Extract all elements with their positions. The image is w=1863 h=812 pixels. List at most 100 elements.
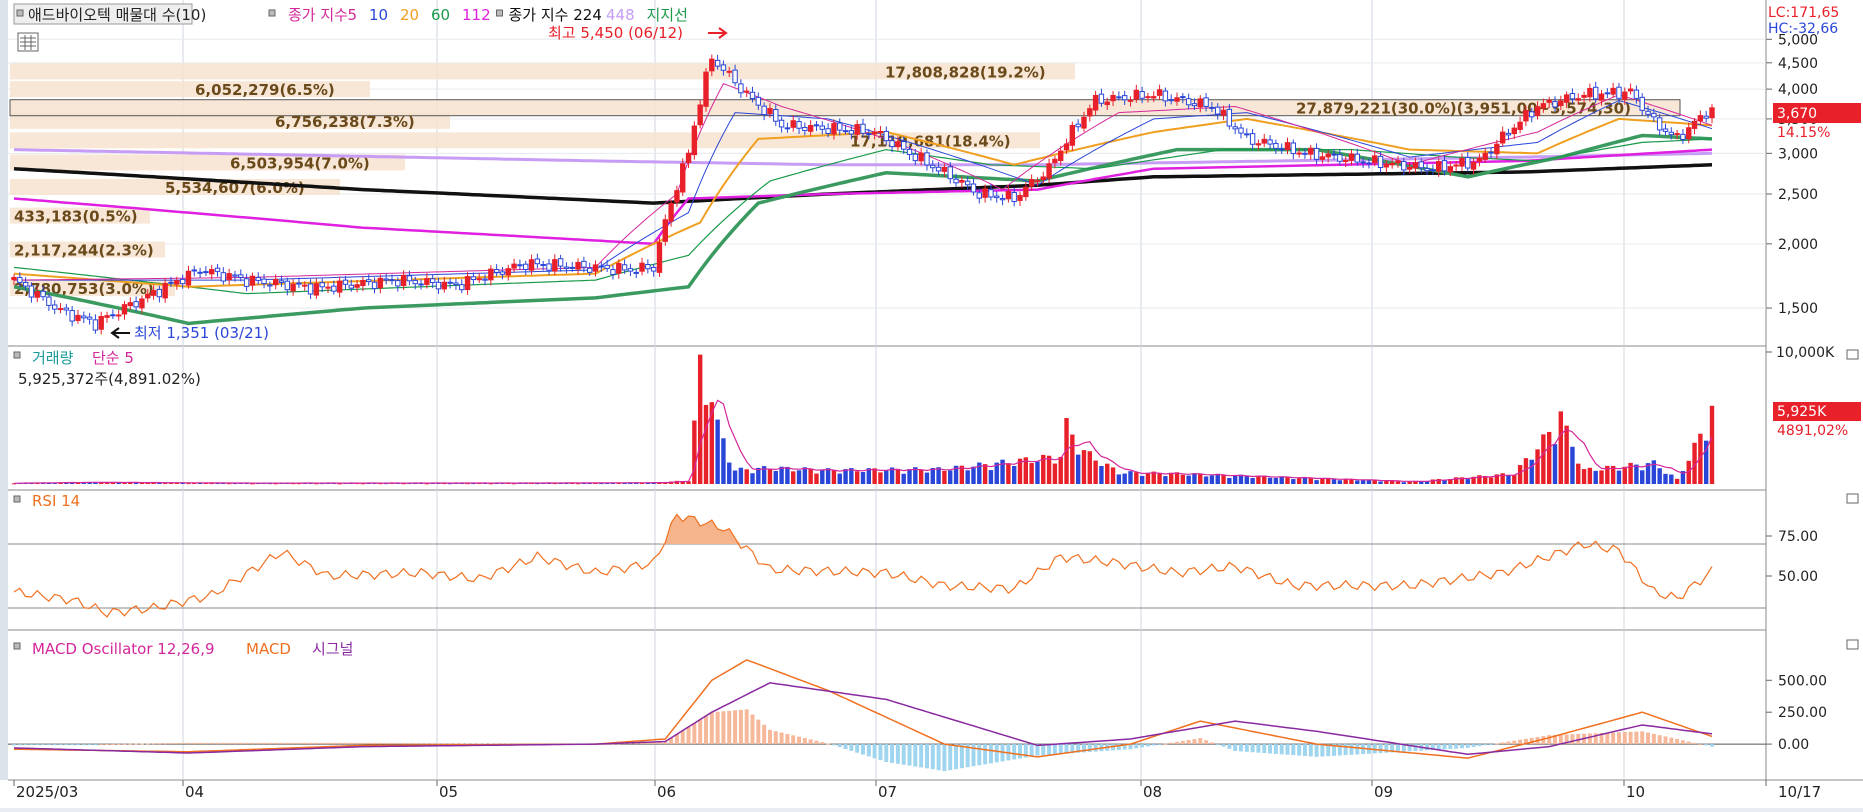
candle-body bbox=[232, 274, 238, 277]
candle-body bbox=[1505, 132, 1512, 136]
candle-body bbox=[1313, 147, 1320, 160]
volume-bar bbox=[1174, 472, 1180, 484]
volume-bar bbox=[692, 420, 697, 484]
macd-oscillator-bar bbox=[872, 744, 877, 759]
macd-oscillator-bar bbox=[262, 742, 267, 745]
volume-bar bbox=[1122, 473, 1127, 484]
candle-body bbox=[1412, 162, 1419, 169]
volume-panel-button[interactable] bbox=[1846, 349, 1859, 360]
macd-oscillator-bar bbox=[820, 742, 825, 745]
candle-body bbox=[1575, 98, 1581, 101]
macd-oscillator-bar bbox=[930, 744, 935, 770]
macd-oscillator-bar bbox=[861, 744, 865, 755]
macd-oscillator-bar bbox=[1285, 744, 1290, 755]
candle-body bbox=[627, 268, 634, 272]
candle-body bbox=[464, 276, 471, 291]
candle-body bbox=[860, 123, 866, 134]
candle-body bbox=[1087, 108, 1093, 117]
volume-bar bbox=[1198, 473, 1203, 484]
x-tick-label: 10 bbox=[1626, 783, 1645, 801]
candle-body bbox=[1052, 158, 1058, 164]
volume-bar bbox=[1343, 479, 1348, 484]
candle-body bbox=[1517, 121, 1523, 130]
macd-oscillator-bar bbox=[302, 742, 307, 745]
macd-oscillator-bar bbox=[808, 739, 813, 745]
volume-bar bbox=[1070, 434, 1075, 484]
macd-oscillator-bar bbox=[1157, 744, 1162, 746]
candle-body bbox=[493, 269, 500, 273]
macd-oscillator-bar bbox=[750, 714, 755, 745]
volume-bar bbox=[1006, 463, 1011, 484]
candle-body bbox=[1034, 180, 1041, 183]
volume-bar bbox=[779, 466, 784, 484]
macd-oscillator-bar bbox=[907, 744, 912, 766]
macd-oscillator-bar bbox=[1436, 744, 1441, 750]
macd-oscillator-bar bbox=[1250, 744, 1255, 753]
price-change-pct: 14.15% bbox=[1777, 125, 1830, 141]
volume-bar bbox=[860, 472, 866, 484]
candle-body bbox=[610, 269, 616, 275]
candle-body bbox=[1267, 139, 1273, 145]
candle-body bbox=[1395, 160, 1401, 164]
candle-body bbox=[1145, 96, 1151, 99]
candle-body bbox=[302, 284, 308, 287]
macd-oscillator-bar bbox=[331, 742, 336, 745]
volume-bar bbox=[1081, 450, 1087, 484]
candle-body bbox=[761, 105, 767, 116]
candle-body bbox=[714, 59, 721, 67]
macd-oscillator-bar bbox=[267, 742, 272, 745]
candle-body bbox=[52, 304, 58, 310]
candle-body bbox=[1081, 116, 1087, 129]
volume-bar bbox=[1046, 455, 1052, 484]
candle-body bbox=[389, 279, 395, 282]
candle-body bbox=[28, 285, 35, 298]
macd-oscillator-bar bbox=[291, 742, 296, 745]
volume-bar bbox=[1541, 434, 1546, 484]
volume-bar bbox=[965, 470, 970, 484]
macd-oscillator-bar bbox=[1378, 744, 1383, 754]
candle-body bbox=[947, 166, 953, 180]
macd-oscillator-bar bbox=[157, 743, 162, 745]
candle-body bbox=[1616, 86, 1622, 99]
candle-body bbox=[1424, 168, 1430, 172]
volume-title: 거래량 bbox=[32, 349, 74, 367]
candle-body bbox=[1406, 166, 1413, 170]
candle-body bbox=[139, 298, 145, 309]
candle-body bbox=[534, 258, 541, 265]
candle-body bbox=[720, 64, 727, 71]
volume-bar bbox=[1314, 480, 1319, 484]
macd-oscillator-bar bbox=[279, 742, 284, 745]
volume-bar bbox=[697, 354, 703, 484]
volume-bar bbox=[982, 464, 988, 484]
macd-oscillator-bar bbox=[1297, 744, 1302, 756]
candle-body bbox=[645, 264, 651, 270]
volume-bar bbox=[1232, 475, 1238, 484]
candle-body bbox=[81, 315, 87, 319]
rsi-panel-button[interactable] bbox=[1846, 493, 1859, 504]
volume-bar bbox=[1157, 473, 1162, 484]
candle-body bbox=[476, 278, 482, 281]
rsi-marker-icon bbox=[13, 495, 21, 503]
macd-oscillator-bar bbox=[407, 743, 412, 745]
macd-oscillator-bar bbox=[169, 743, 174, 745]
macd-oscillator-bar bbox=[139, 743, 144, 745]
candle-body bbox=[1529, 111, 1535, 118]
x-tick-label: 04 bbox=[185, 783, 204, 801]
candle-body bbox=[214, 267, 221, 272]
candle-body bbox=[377, 277, 384, 289]
macd-oscillator-bar bbox=[1308, 744, 1313, 757]
macd-panel-button[interactable] bbox=[1846, 639, 1859, 650]
candle-body bbox=[1441, 160, 1448, 172]
candle-body bbox=[586, 267, 593, 273]
candle-body bbox=[1627, 88, 1634, 92]
macd-oscillator-bar bbox=[843, 744, 848, 750]
macd-oscillator-bar bbox=[256, 742, 261, 745]
volume-bar bbox=[1296, 478, 1302, 484]
candle-body bbox=[650, 266, 657, 272]
macd-oscillator-bar bbox=[1198, 738, 1203, 745]
volume-bar bbox=[1616, 470, 1622, 484]
candle-body bbox=[517, 264, 523, 267]
macd-oscillator-bar bbox=[1343, 744, 1348, 756]
candle-body bbox=[1668, 131, 1674, 136]
volume-bar bbox=[1523, 458, 1529, 484]
